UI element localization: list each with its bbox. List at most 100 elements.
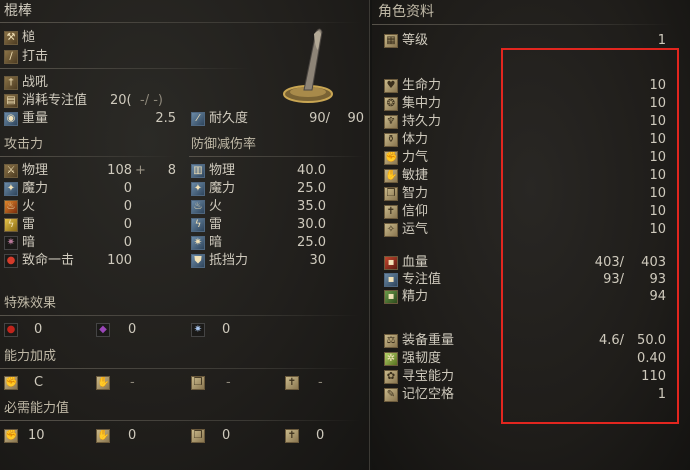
strength-scaling-icon: ✊ [4,376,18,390]
magic-defense-icon: ✦ [191,182,205,196]
requirements-header: 必需能力值 [4,401,70,416]
weapon-skill: 战吼 [22,75,49,90]
stat-vitality-label: 体力 [402,132,429,147]
durability-max: 90 [347,111,364,126]
vitality-icon: ⚱ [384,133,398,147]
defense-fire-value: 35.0 [297,199,326,214]
hp-icon: ▪ [384,256,398,270]
physical-attack-icon: ⚔ [4,164,18,178]
stat-intelligence-label: 智力 [402,186,429,201]
equip-load-label: 装备重量 [402,333,455,348]
attack-dark-label: 暗 [22,235,36,250]
poise-label: 强韧度 [402,351,442,366]
skill-icon: † [4,76,18,90]
lightning-defense-icon: ϟ [191,218,205,232]
attack-dark-value: 0 [123,235,132,250]
durability-label: 耐久度 [209,111,249,126]
faith-requirement-icon: ✝ [285,429,299,443]
requirement-strength-value: 10 [28,428,45,443]
stat-endurance-label: 持久力 [402,114,442,129]
attunement-slots-label: 记忆空格 [402,387,455,402]
poison-icon: ◆ [96,323,110,337]
weight-icon: ◉ [4,112,18,126]
critical-icon: ● [4,254,18,268]
attack-lightning-label: 雷 [22,217,36,232]
level-value: 1 [657,33,666,48]
attunement-icon: ❂ [384,97,398,111]
intelligence-scaling-icon: ❒ [191,376,205,390]
dexterity-scaling-icon: ✋ [96,376,110,390]
defense-header: 防御减伤率 [191,137,257,152]
attack-critical-value: 100 [107,253,132,268]
defense-guard-value: 30 [309,253,326,268]
endurance-icon: ♆ [384,115,398,129]
defense-fire-label: 火 [209,199,223,214]
strength-icon: ✊ [384,151,398,165]
intelligence-requirement-icon: ❒ [191,429,205,443]
defense-dark-label: 暗 [209,235,223,250]
fp-label: 专注值 [402,272,442,287]
dexterity-icon: ✋ [384,169,398,183]
scaling-header: 能力加成 [4,349,57,364]
level-icon: ▦ [384,34,398,48]
stamina-label: 精力 [402,289,429,304]
weight-label: 重量 [22,111,49,126]
defense-magic-label: 魔力 [209,181,236,196]
poise-icon: ✲ [384,352,398,366]
effect-1-value: 0 [34,322,43,337]
effect-3-value: 0 [222,322,231,337]
weapon-name: 棍棒 [4,3,32,19]
defense-physical-value: 40.0 [297,163,326,178]
attunement-slots-icon: ✎ [384,388,398,402]
lightning-attack-icon: ϟ [4,218,18,232]
requirement-intelligence-value: 0 [222,428,231,443]
fp-cost-value: 20( [110,93,132,108]
attack-fire-value: 0 [123,199,132,214]
strength-requirement-icon: ✊ [4,429,18,443]
requirement-faith-value: 0 [316,428,325,443]
character-header: 角色资料 [378,4,434,20]
durability-value: 90/ [309,111,330,126]
attack-physical-bonus: 8 [167,163,176,178]
luck-icon: ✧ [384,223,398,237]
requirement-dexterity-value: 0 [128,428,137,443]
attack-lightning-value: 0 [123,217,132,232]
bleed-icon: ● [4,323,18,337]
item-discovery-label: 寻宝能力 [402,369,455,384]
highlight-box [501,48,679,424]
fp-icon: ▪ [384,273,398,287]
durability-icon: ⁄ [191,112,205,126]
weight-value: 2.5 [155,111,176,126]
weapon-category: 槌 [22,30,36,45]
fp-cost-icon: ▤ [4,94,18,108]
defense-magic-value: 25.0 [297,181,326,196]
hammer-icon: ⚒ [4,31,18,45]
stat-vigor-label: 生命力 [402,78,442,93]
attack-physical-plus: + [135,163,146,178]
attack-critical-label: 致命一击 [22,253,75,268]
scaling-faith-value: - [318,375,323,390]
attack-type: 打击 [22,49,49,64]
strike-icon: ∕ [4,50,18,64]
dark-attack-icon: ✷ [4,236,18,250]
dexterity-requirement-icon: ✋ [96,429,110,443]
effect-2-value: 0 [128,322,137,337]
stat-luck-label: 运气 [402,222,429,237]
defense-lightning-value: 30.0 [297,217,326,232]
level-label: 等级 [402,33,429,48]
stat-attunement-label: 集中力 [402,96,442,111]
attack-fire-label: 火 [22,199,36,214]
attack-physical-label: 物理 [22,163,49,178]
item-discovery-icon: ✿ [384,370,398,384]
faith-scaling-icon: ✝ [285,376,299,390]
equip-load-icon: ⚖ [384,334,398,348]
guard-icon: ⛊ [191,254,205,268]
weapon-stats-panel: 棍棒 ⚒ 槌 ∕ 打击 † 战吼 ▤ 消耗专注值 20( -/ -) ◉ 重量 … [0,0,370,470]
attack-header: 攻击力 [4,137,44,152]
fp-cost-label: 消耗专注值 [22,93,88,108]
defense-guard-label: 抵挡力 [209,253,249,268]
hp-label: 血量 [402,255,429,270]
attack-physical-value: 108 [107,163,132,178]
frost-icon: ✷ [191,323,205,337]
defense-dark-value: 25.0 [297,235,326,250]
